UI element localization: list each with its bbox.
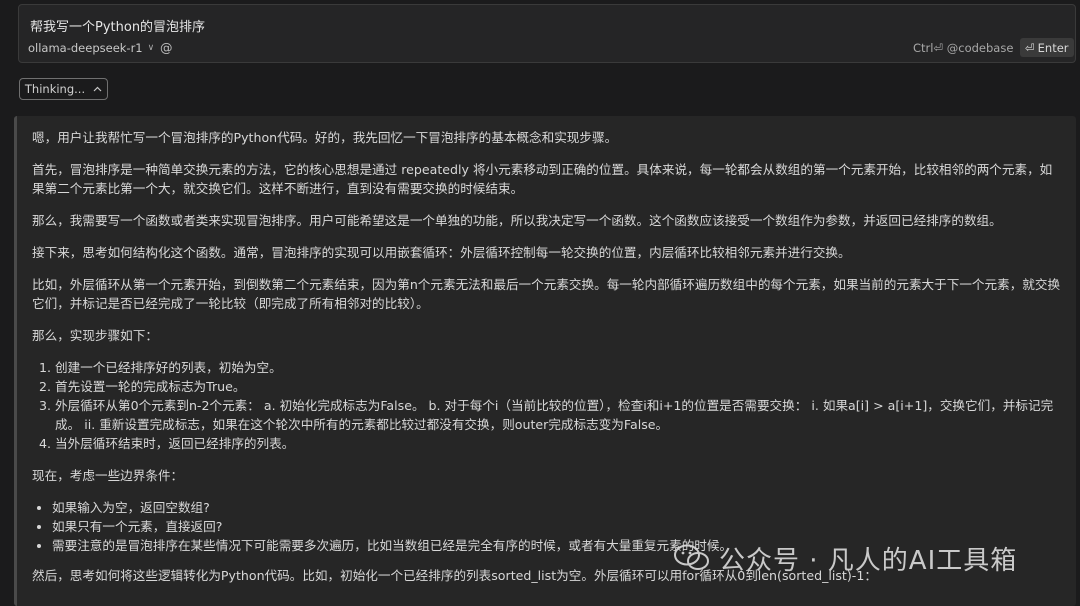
thinking-toggle-button[interactable]: Thinking... xyxy=(19,78,108,100)
thinking-panel: 嗯，用户让我帮忙写一个冒泡排序的Python代码。好的，我先回忆一下冒泡排序的基… xyxy=(14,116,1076,606)
list-item: 外层循环从第0个元素到n-2个元素： a. 初始化完成标志为False。 b. … xyxy=(55,396,1062,434)
thought-paragraph: 首先，冒泡排序是一种简单交换元素的方法，它的核心思想是通过 repeatedly… xyxy=(32,162,1053,196)
mention-button[interactable]: @ xyxy=(160,40,173,55)
enter-button[interactable]: ⏎ Enter xyxy=(1020,38,1074,57)
wechat-icon xyxy=(674,544,709,570)
list-item: 首先设置一轮的完成标志为True。 xyxy=(55,377,1062,396)
chevron-up-icon xyxy=(93,86,102,92)
chevron-down-icon: ∨ xyxy=(147,43,155,53)
list-item: 创建一个已经排序好的列表，初始为空。 xyxy=(55,358,1062,377)
thought-paragraph: 比如，外层循环从第一个元素开始，到倒数第二个元素结束，因为第n个元素无法和最后一… xyxy=(32,277,1061,311)
prompt-text[interactable]: 帮我写一个Python的冒泡排序 xyxy=(30,16,205,35)
edge-cases-intro: 现在，考虑一些边界条件： xyxy=(32,468,184,483)
codebase-shortcut-hint[interactable]: Ctrl⏎ @codebase xyxy=(913,41,1013,55)
enter-label: Enter xyxy=(1037,40,1069,55)
thought-paragraph: 那么，实现步骤如下： xyxy=(32,328,158,343)
list-item: 当外层循环结束时，返回已经排序的列表。 xyxy=(55,434,1062,453)
watermark: 公众号 · 凡人的AI工具箱 xyxy=(673,540,1017,576)
steps-list: 创建一个已经排序好的列表，初始为空。 首先设置一轮的完成标志为True。 外层循… xyxy=(32,358,1062,453)
list-item: 如果只有一个元素，直接返回? xyxy=(52,517,1062,536)
watermark-text: 公众号 · 凡人的AI工具箱 xyxy=(719,545,1018,576)
chat-input-box[interactable]: 帮我写一个Python的冒泡排序 ollama-deepseek-r1 ∨ @ … xyxy=(18,4,1076,63)
enter-icon: ⏎ xyxy=(1025,40,1035,55)
list-item: 如果输入为空，返回空数组? xyxy=(52,498,1062,517)
thought-paragraph: 接下来，思考如何结构化这个函数。通常，冒泡排序的实现可以用嵌套循环：外层循环控制… xyxy=(32,245,851,260)
thought-paragraph: 嗯，用户让我帮忙写一个冒泡排序的Python代码。好的，我先回忆一下冒泡排序的基… xyxy=(32,130,618,145)
thought-paragraph: 那么，我需要写一个函数或者类来实现冒泡排序。用户可能希望这是一个单独的功能，所以… xyxy=(32,213,1002,228)
model-selector[interactable]: ollama-deepseek-r1 ∨ xyxy=(28,41,154,55)
thinking-label: Thinking... xyxy=(24,82,86,96)
model-name: ollama-deepseek-r1 xyxy=(28,41,143,55)
